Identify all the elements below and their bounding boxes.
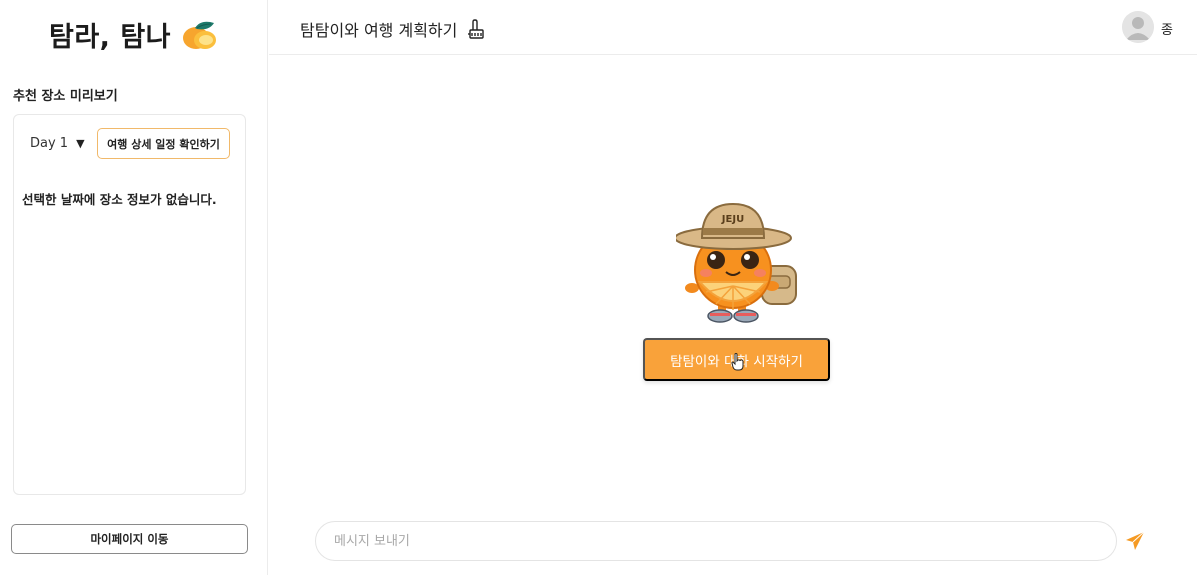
- logo[interactable]: 탐라, 탐나: [0, 0, 268, 68]
- page-title: 탐탐이와 여행 계획하기: [300, 17, 487, 41]
- empty-places-message: 선택한 날짜에 장소 정보가 없습니다.: [22, 192, 217, 207]
- tangerine-icon: [181, 17, 219, 51]
- mascot-hat-text: JEJU: [721, 214, 744, 225]
- paper-plane-icon[interactable]: [1124, 530, 1146, 552]
- section-title: 추천 장소 미리보기: [13, 89, 118, 104]
- logo-text: 탐라, 탐나: [48, 21, 172, 53]
- place-preview-card: Day 1 ▼ 여행 상세 일정 확인하기 선택한 날짜에 장소 정보가 없습니…: [13, 114, 246, 495]
- caret-down-icon: ▼: [76, 137, 85, 150]
- user-avatar-icon[interactable]: [1122, 11, 1154, 43]
- user-name[interactable]: 종: [1161, 19, 1173, 38]
- trip-detail-button[interactable]: 여행 상세 일정 확인하기: [97, 128, 230, 159]
- page-title-text: 탐탐이와 여행 계획하기: [300, 21, 458, 40]
- sidebar: 탐라, 탐나 추천 장소 미리보기 Day 1 ▼ 여행 상세 일정 확인하기 …: [0, 0, 268, 575]
- hand-cursor-icon: [731, 353, 745, 371]
- pencil-icon: [465, 18, 487, 40]
- header: 탐탐이와 여행 계획하기 종: [269, 0, 1197, 55]
- mascot-image: JEJU: [674, 200, 800, 326]
- day-select-value: Day 1: [30, 136, 69, 151]
- message-input[interactable]: [315, 521, 1117, 561]
- mypage-button[interactable]: 마이페이지 이동: [11, 524, 248, 554]
- day-select[interactable]: Day 1 ▼: [30, 136, 85, 151]
